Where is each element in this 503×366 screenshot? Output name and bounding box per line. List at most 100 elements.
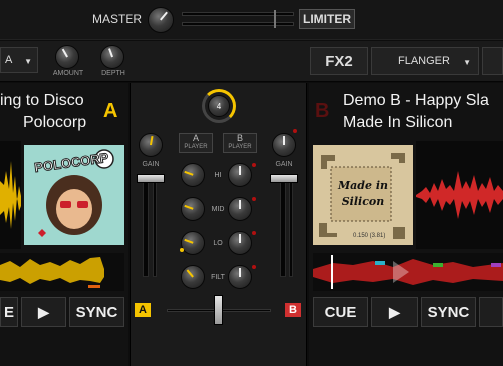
player-b-selector[interactable]: B PLAYER xyxy=(223,133,257,153)
deck-a-waveform[interactable] xyxy=(0,141,21,249)
deck-b-extra-button[interactable] xyxy=(479,297,503,327)
track-overview-graphic xyxy=(313,255,503,289)
deck-b-title: Demo B - Happy Sla xyxy=(343,92,489,109)
album-art-text-1: Made in xyxy=(338,179,388,192)
fx1-mode-select[interactable]: A ▼ xyxy=(0,47,38,73)
limiter-button[interactable]: LIMITER xyxy=(299,9,355,29)
deck-a-volume-fader[interactable] xyxy=(137,174,165,183)
knob-indicator xyxy=(239,268,241,277)
deck-b-meter xyxy=(289,175,293,277)
knob-indicator xyxy=(239,200,241,209)
deck-b-hi-led xyxy=(252,163,256,167)
deck-b-fader-track xyxy=(280,175,286,277)
deck-b-mid-knob[interactable] xyxy=(228,197,252,221)
waveform-graphic xyxy=(0,161,21,229)
amount-label: AMOUNT xyxy=(52,70,84,77)
knob-indicator xyxy=(184,238,194,244)
album-art-text-2: Silicon xyxy=(341,195,385,208)
waveform-graphic xyxy=(416,171,503,219)
fx-bar: A ▼ AMOUNT DEPTH FX2 FLANGER ▼ xyxy=(0,41,503,82)
fx2-extra-button[interactable] xyxy=(482,47,503,75)
deck-b-cue-button[interactable]: CUE xyxy=(313,297,368,327)
deck-a-letter: A xyxy=(103,100,118,122)
knob-indicator xyxy=(239,234,241,243)
player-a-letter: A xyxy=(192,133,199,143)
player-b-letter: B xyxy=(236,133,243,143)
deck-a: ing to Disco Polocorp A POLOCORP E ▶ SYN… xyxy=(0,83,128,366)
fx2-unit-button[interactable]: FX2 xyxy=(310,47,368,75)
master-bar: MASTER LIMITER xyxy=(0,0,503,40)
crossfader-b-label[interactable]: B xyxy=(285,303,301,317)
deck-a-filter-knob[interactable] xyxy=(181,265,205,289)
deck-a-album-art: POLOCORP xyxy=(24,145,124,245)
fx2-effect-select[interactable]: FLANGER ▼ xyxy=(371,47,479,75)
deck-b-lo-knob[interactable] xyxy=(228,231,252,255)
deck-a-gain-knob[interactable] xyxy=(139,133,163,157)
deck-b-track-overview[interactable] xyxy=(313,253,503,291)
master-level-meter-left xyxy=(182,12,294,16)
deck-b-filter-knob[interactable] xyxy=(228,265,252,289)
deck-a-hi-knob[interactable] xyxy=(181,163,205,187)
player-a-label: PLAYER xyxy=(184,144,208,150)
knob-indicator xyxy=(186,269,194,278)
knob-indicator xyxy=(184,170,194,176)
knob-indicator xyxy=(283,136,285,145)
depth-label: DEPTH xyxy=(101,70,125,77)
deck-a-sync-button[interactable]: SYNC xyxy=(69,297,124,327)
track-overview-graphic xyxy=(0,257,104,288)
deck-b-gain-knob[interactable] xyxy=(272,133,296,157)
deck-b-mid-led xyxy=(252,197,256,201)
deck-b-sync-button[interactable]: SYNC xyxy=(421,297,476,327)
deck-a-gain-label: GAIN xyxy=(142,161,160,168)
fx-depth-knob[interactable] xyxy=(100,45,124,69)
deck-b-gain-label: GAIN xyxy=(275,161,293,168)
fx-amount-knob[interactable] xyxy=(55,45,79,69)
player-a-selector[interactable]: A PLAYER xyxy=(179,133,213,153)
album-art-caption: 0.150 (3.81) xyxy=(353,233,386,239)
center-knob[interactable]: 4 xyxy=(208,95,230,117)
deck-a-mid-knob[interactable] xyxy=(181,197,205,221)
meter-marker xyxy=(274,10,276,28)
mixer: 4 A PLAYER B PLAYER GAIN GAIN HI MID LO … xyxy=(130,83,307,366)
deck-a-cue-button[interactable]: E xyxy=(0,297,18,327)
knob-indicator xyxy=(239,166,241,175)
eq-filter-label: FILT xyxy=(211,274,225,281)
deck-a-track-overview[interactable] xyxy=(0,253,124,291)
master-level-meter-right xyxy=(182,22,294,26)
master-label: MASTER xyxy=(92,12,143,26)
deck-a-artist: Polocorp xyxy=(23,114,87,131)
deck-b-waveform[interactable] xyxy=(416,141,503,249)
deck-b-hi-knob[interactable] xyxy=(228,163,252,187)
deck-b-album-art: Made in Silicon 0.150 (3.81) xyxy=(313,145,413,245)
deck-b-lo-led xyxy=(252,231,256,235)
deck-b-gain-led xyxy=(293,129,297,133)
fx1-mode-value: A xyxy=(5,54,13,66)
deck-b-artist: Made In Silicon xyxy=(343,114,453,131)
deck-a-filter-led xyxy=(180,248,184,252)
knob-indicator xyxy=(61,48,68,58)
eq-hi-label: HI xyxy=(214,172,222,179)
fx2-effect-value: FLANGER xyxy=(398,55,450,67)
knob-indicator xyxy=(184,204,194,210)
eq-mid-label: MID xyxy=(211,206,225,213)
deck-a-fader-track xyxy=(143,175,149,277)
deck-a-title: ing to Disco xyxy=(0,92,84,109)
knob-indicator xyxy=(150,135,154,145)
chevron-down-icon: ▼ xyxy=(24,57,32,66)
eq-lo-label: LO xyxy=(213,240,223,247)
deck-b: B Demo B - Happy Sla Made In Silicon Mad… xyxy=(309,83,503,366)
deck-a-meter xyxy=(153,175,157,277)
crossfader-handle[interactable] xyxy=(214,295,223,325)
deck-b-letter: B xyxy=(315,100,330,122)
chevron-down-icon: ▼ xyxy=(463,58,471,67)
master-gain-knob[interactable] xyxy=(148,7,174,33)
deck-b-play-button[interactable]: ▶ xyxy=(371,297,418,327)
knob-indicator xyxy=(160,11,168,21)
deck-a-play-button[interactable]: ▶ xyxy=(21,297,66,327)
player-b-label: PLAYER xyxy=(228,144,252,150)
deck-a-lo-knob[interactable] xyxy=(181,231,205,255)
crossfader-a-label[interactable]: A xyxy=(135,303,151,317)
deck-b-volume-fader[interactable] xyxy=(270,174,298,183)
deck-b-filter-led xyxy=(252,265,256,269)
knob-indicator xyxy=(108,48,113,58)
